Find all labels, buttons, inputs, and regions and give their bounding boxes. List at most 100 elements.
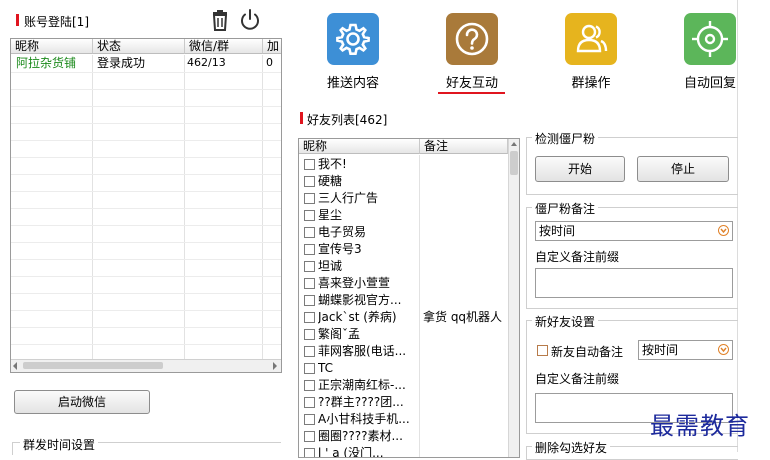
- column-header[interactable]: 状态: [93, 39, 185, 54]
- scroll-up-icon[interactable]: [511, 142, 517, 146]
- select-value: 按时间: [539, 224, 576, 238]
- column-divider: [184, 55, 185, 359]
- row-divider: [11, 327, 281, 328]
- row-divider: [11, 174, 281, 175]
- users-icon: [576, 24, 608, 53]
- friend-checkbox[interactable]: [304, 363, 315, 374]
- list-item[interactable]: 坦诚: [299, 258, 508, 275]
- friend-name: 我不!: [318, 157, 347, 171]
- prefix-label: 自定义备注前缀: [535, 372, 620, 386]
- scroll-left-icon[interactable]: [13, 362, 17, 370]
- list-item[interactable]: 我不!: [299, 156, 508, 173]
- chevron-down-icon[interactable]: [718, 225, 729, 236]
- column-header[interactable]: 昵称: [299, 139, 420, 154]
- list-item[interactable]: 星尘: [299, 207, 508, 224]
- friend-list-table: 昵称 备注 我不! 硬糖 三人行广告 星尘 电子贸易 宣传号3 坦诚 喜来登小萱…: [298, 138, 520, 458]
- account-section-title: 账号登陆[1]: [24, 15, 89, 29]
- column-header[interactable]: 加: [263, 39, 281, 54]
- list-item[interactable]: ??群主????团...: [299, 394, 508, 411]
- gear-icon: [336, 23, 370, 55]
- list-item[interactable]: 蝴蝶影视官方...: [299, 292, 508, 309]
- new-friend-note-select[interactable]: 按时间: [638, 340, 733, 360]
- friend-checkbox[interactable]: [304, 176, 315, 187]
- friend-name: ??群主????团...: [318, 395, 404, 409]
- row-divider: [11, 276, 281, 277]
- friend-name: 蝴蝶影视官方...: [318, 293, 402, 307]
- friend-list-title: 好友列表[462]: [307, 113, 388, 127]
- friend-checkbox[interactable]: [304, 346, 315, 357]
- friend-checkbox[interactable]: [304, 414, 315, 425]
- row-divider: [11, 89, 281, 90]
- start-detect-button[interactable]: 开始: [535, 156, 625, 182]
- account-table: 昵称 状态 微信/群 加 阿拉杂货铺 登录成功 462/13 0: [10, 38, 282, 373]
- row-divider: [11, 259, 281, 260]
- right-edge-panel: [737, 0, 770, 452]
- friend-checkbox[interactable]: [304, 380, 315, 391]
- list-item[interactable]: 电子贸易: [299, 224, 508, 241]
- friend-interaction-label[interactable]: 好友互动: [439, 72, 505, 91]
- friend-name: 硬糖: [318, 174, 343, 188]
- list-item[interactable]: 繁阁ˇ孟: [299, 326, 508, 343]
- scrollbar-thumb[interactable]: [510, 151, 518, 175]
- list-item[interactable]: 圈圈????素材...: [299, 428, 508, 445]
- list-item[interactable]: 菲网客服(电话...: [299, 343, 508, 360]
- friend-name: 星尘: [318, 208, 343, 222]
- column-header[interactable]: 微信/群: [185, 39, 263, 54]
- friend-checkbox[interactable]: [304, 278, 315, 289]
- friend-checkbox[interactable]: [304, 448, 315, 457]
- push-content-label[interactable]: 推送内容: [320, 72, 386, 91]
- friend-name: 三人行广告: [318, 191, 379, 205]
- row-divider: [11, 157, 281, 158]
- list-item[interactable]: 宣传号3: [299, 241, 508, 258]
- group-time-title: 群发时间设置: [20, 436, 99, 453]
- list-item[interactable]: 硬糖: [299, 173, 508, 190]
- push-content-tile[interactable]: [327, 13, 379, 65]
- friend-checkbox[interactable]: [304, 227, 315, 238]
- friend-checkbox[interactable]: [304, 193, 315, 204]
- list-item[interactable]: 正宗潮南红标-...: [299, 377, 508, 394]
- column-header[interactable]: 昵称: [11, 39, 93, 54]
- scroll-right-icon[interactable]: [273, 362, 277, 370]
- friend-checkbox[interactable]: [304, 312, 315, 323]
- list-item[interactable]: A小甘科技手机...: [299, 411, 508, 428]
- list-item[interactable]: TC: [299, 360, 508, 377]
- list-item[interactable]: 三人行广告: [299, 190, 508, 207]
- group-operation-tile[interactable]: [565, 13, 617, 65]
- friend-checkbox[interactable]: [304, 397, 315, 408]
- zombie-note-select[interactable]: 按时间: [535, 221, 733, 241]
- list-item[interactable]: 喜来登小萱萱: [299, 275, 508, 292]
- friend-checkbox[interactable]: [304, 329, 315, 340]
- column-header[interactable]: 备注: [420, 139, 508, 154]
- auto-reply-label[interactable]: 自动回复: [677, 72, 743, 91]
- friend-checkbox[interactable]: [304, 210, 315, 221]
- list-item[interactable]: Jack`st (养病) 拿货 qq机器人: [299, 309, 508, 326]
- row-divider: [11, 140, 281, 141]
- friend-checkbox[interactable]: [304, 261, 315, 272]
- power-icon[interactable]: [238, 8, 262, 32]
- friend-interaction-tile[interactable]: [446, 13, 498, 65]
- friend-name: 宣传号3: [318, 242, 362, 256]
- row-divider: [11, 191, 281, 192]
- account-name: 阿拉杂货铺: [16, 56, 77, 70]
- group-operation-label[interactable]: 群操作: [558, 72, 624, 91]
- auto-note-checkbox[interactable]: [537, 345, 548, 356]
- row-divider: [11, 106, 281, 107]
- chevron-down-icon[interactable]: [718, 344, 729, 355]
- account-extra: 0: [266, 56, 273, 69]
- friend-checkbox[interactable]: [304, 159, 315, 170]
- friend-checkbox[interactable]: [304, 295, 315, 306]
- stop-detect-button[interactable]: 停止: [637, 156, 729, 182]
- row-divider: [11, 242, 281, 243]
- column-divider: [92, 55, 93, 359]
- auto-reply-tile[interactable]: [684, 13, 736, 65]
- scrollbar-thumb[interactable]: [23, 362, 163, 369]
- vertical-scrollbar[interactable]: [508, 139, 519, 457]
- row-divider: [11, 310, 281, 311]
- friend-checkbox[interactable]: [304, 244, 315, 255]
- zombie-prefix-input[interactable]: [535, 268, 733, 298]
- row-divider: [11, 123, 281, 124]
- horizontal-scrollbar[interactable]: [11, 359, 281, 372]
- trash-icon[interactable]: [208, 8, 232, 32]
- friend-checkbox[interactable]: [304, 431, 315, 442]
- start-wechat-button[interactable]: 启动微信: [14, 390, 150, 414]
